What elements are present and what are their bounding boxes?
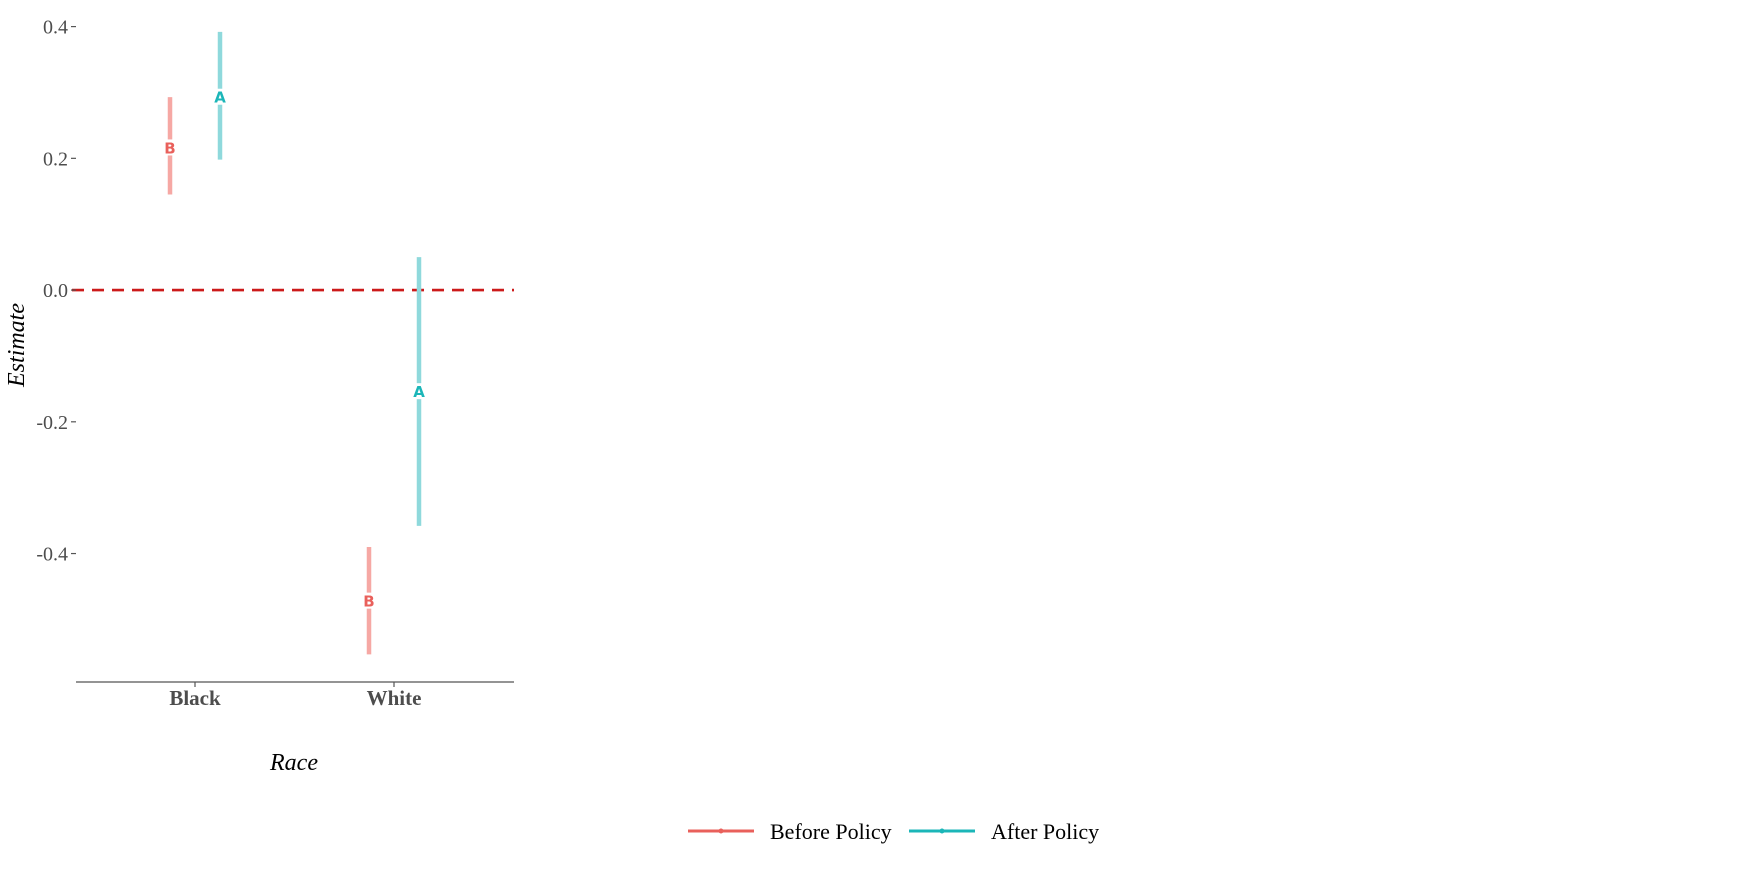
point-label-a-black: A xyxy=(214,89,226,107)
point-label-a-white: A xyxy=(413,383,425,401)
legend: Before Policy After Policy xyxy=(688,819,1099,844)
plot-area: B B A A xyxy=(72,31,514,655)
y-tick-label: -0.4 xyxy=(36,544,68,566)
point-label-b-black: B xyxy=(164,139,175,157)
x-axis: Black White xyxy=(76,681,514,710)
point-label-b-white: B xyxy=(363,593,374,611)
x-tick-label: White xyxy=(367,686,422,710)
legend-key-point xyxy=(939,828,945,834)
x-tick-label: Black xyxy=(169,686,221,710)
x-axis-title: Race xyxy=(269,750,318,776)
y-axis: 0.4 0.2 0.0 -0.2 -0.4 xyxy=(36,17,76,566)
legend-label: Before Policy xyxy=(770,819,892,844)
legend-key-point xyxy=(718,828,724,834)
y-axis-title: Estimate xyxy=(4,303,30,388)
y-tick-label: -0.2 xyxy=(36,412,68,434)
chart: B B A A 0.4 0.2 0.0 -0.2 -0.4 Black White Race E… xyxy=(4,17,1099,844)
y-tick-label: 0.0 xyxy=(43,280,68,302)
y-tick-label: 0.4 xyxy=(43,17,68,39)
legend-label: After Policy xyxy=(991,819,1099,844)
y-tick-label: 0.2 xyxy=(43,148,68,170)
